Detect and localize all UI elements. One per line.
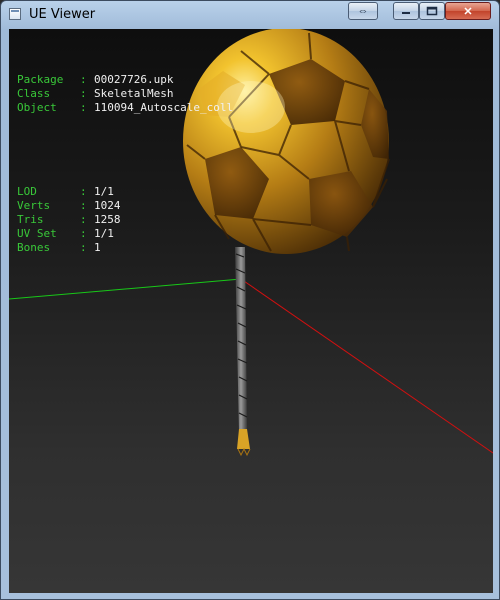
info-row: UV Set:1/1 [17, 227, 233, 241]
info-value: 1 [94, 241, 101, 254]
info-row: Bones:1 [17, 241, 233, 255]
info-label: UV Set [17, 227, 57, 240]
info-label: LOD [17, 185, 37, 198]
info-value: SkeletalMesh [94, 87, 174, 100]
info-row: Tris:1258 [17, 213, 233, 227]
window-title: UE Viewer [29, 7, 96, 22]
info-separator: : [80, 101, 87, 114]
info-value: 1024 [94, 199, 121, 212]
maximize-icon [426, 6, 438, 16]
minimize-button[interactable] [393, 2, 419, 20]
close-icon: ✕ [463, 5, 473, 18]
app-icon [9, 8, 21, 20]
info-value: 1258 [94, 213, 121, 226]
info-separator: : [80, 213, 87, 226]
app-window: UE Viewer ⇔ ✕ Package: 00027726.upk Cla… [0, 0, 500, 600]
switch-icon: ⇔ [357, 5, 369, 17]
close-button[interactable]: ✕ [445, 2, 491, 20]
info-label: Class [17, 87, 51, 100]
info-row: Verts:1024 [17, 199, 233, 213]
info-separator: : [80, 227, 87, 240]
title-bar[interactable]: UE Viewer ⇔ ✕ [1, 1, 499, 29]
balloon-string [235, 247, 251, 457]
info-separator: : [80, 199, 87, 212]
minimize-icon [402, 12, 410, 14]
3d-viewport[interactable]: Package:00027726.upk Class: SkeletalMesh Ob… [9, 29, 493, 593]
info-separator: : [80, 73, 87, 86]
info-separator: : [80, 241, 87, 254]
axis-x-line [240, 278, 493, 454]
info-separator: : [80, 87, 87, 100]
info-row: LOD:1/1 [17, 185, 233, 199]
info-label: Tris [17, 213, 44, 226]
info-row: Package:00027726.upk [17, 73, 233, 87]
info-row: Class: SkeletalMesh [17, 87, 233, 101]
info-separator: : [80, 185, 87, 198]
info-value: 1/1 [94, 185, 114, 198]
info-value: 00027726.upk [94, 73, 174, 86]
info-label: Bones [17, 241, 51, 254]
info-label: Package [17, 73, 64, 86]
info-label: Verts [17, 199, 51, 212]
mesh-info-panel: Package:00027726.upk Class: SkeletalMesh Ob… [17, 45, 233, 283]
info-row: Object:110094_Autoscale_coll [17, 101, 233, 115]
info-value: 1/1 [94, 227, 114, 240]
maximize-button[interactable] [419, 2, 445, 20]
info-label: Object [17, 101, 57, 114]
switch-button[interactable]: ⇔ [348, 2, 378, 20]
info-value: 110094_Autoscale_coll [94, 101, 234, 114]
